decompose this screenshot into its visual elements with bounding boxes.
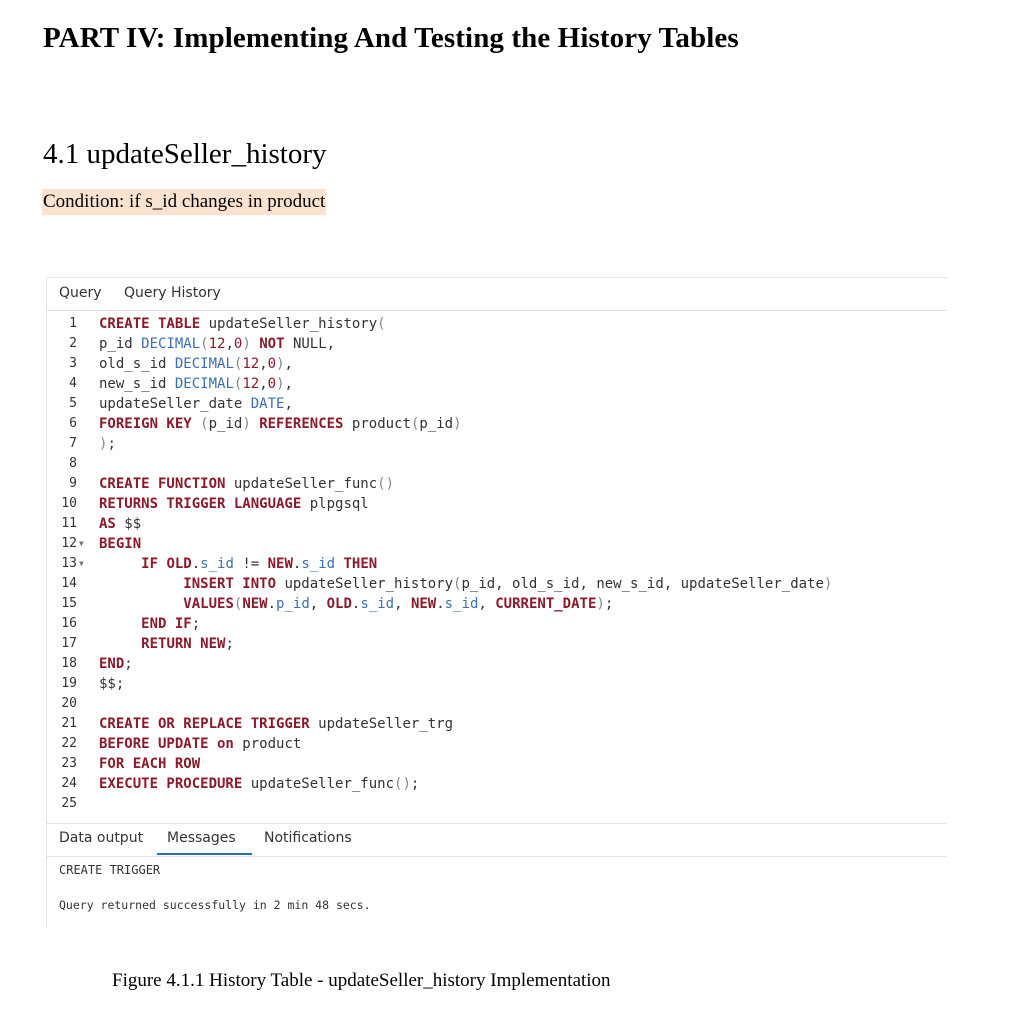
condition-text: Condition: if s_id changes in product [42,189,327,215]
figure-caption: Figure 4.1.1 History Table - updateSelle… [112,970,611,991]
line-number: 11 [61,516,77,531]
line-number: 21 [61,716,77,731]
tab-query[interactable]: Query [59,285,102,301]
line-number: 23 [61,756,77,771]
code-line-10: RETURNS TRIGGER LANGUAGE plpgsql [99,496,369,512]
line-number: 14 [61,576,77,591]
tab-data-output[interactable]: Data output [59,830,143,846]
message-query-returned: Query returned successfully in 2 min 48 … [59,898,371,912]
code-line-3: old_s_id DECIMAL(12,0), [99,356,293,372]
tab-messages[interactable]: Messages [167,830,236,846]
line-number: 12 [61,536,77,551]
line-number-gutter: 1 2 3 4 5 6 7 8 9 10 11 12 ▼ 13 ▼ 14 15 … [47,314,91,824]
code-line-16: END IF; [141,616,201,632]
section-title: 4.1 updateSeller_history [43,138,327,170]
line-number: 24 [61,776,77,791]
sql-editor[interactable]: 1 2 3 4 5 6 7 8 9 10 11 12 ▼ 13 ▼ 14 15 … [47,314,947,824]
code-line-9: CREATE FUNCTION updateSeller_func() [99,476,395,492]
code-line-15: VALUES(NEW.p_id, OLD.s_id, NEW.s_id, CUR… [183,596,614,612]
fold-arrow-icon[interactable]: ▼ [79,554,84,574]
line-number: 22 [61,736,77,751]
line-number: 2 [69,336,77,351]
pgadmin-query-pane: Query Query History 1 2 3 4 5 6 7 8 9 10… [46,277,947,927]
fold-arrow-icon[interactable]: ▼ [79,534,84,554]
line-number: 6 [69,416,77,431]
line-number: 4 [69,376,77,391]
code-line-24: EXECUTE PROCEDURE updateSeller_func(); [99,776,420,792]
message-create-trigger: CREATE TRIGGER [59,863,161,877]
query-tabs-bar: Query Query History [47,278,947,311]
code-line-5: updateSeller_date DATE, [99,396,293,412]
line-number: 1 [69,316,77,331]
line-number: 17 [61,636,77,651]
code-line-2: p_id DECIMAL(12,0) NOT NULL, [99,336,336,352]
line-number: 5 [69,396,77,411]
line-number: 18 [61,656,77,671]
line-number: 13 [61,556,77,571]
code-line-19: $$; [99,676,125,692]
line-number: 19 [61,676,77,691]
line-number: 7 [69,436,77,451]
line-number: 16 [61,616,77,631]
code-line-22: BEFORE UPDATE on product [99,736,302,752]
active-tab-indicator [157,853,252,855]
line-number: 15 [61,596,77,611]
code-line-18: END; [99,656,133,672]
line-number: 20 [61,696,77,711]
code-line-11: AS $$ [99,516,142,532]
part-title: PART IV: Implementing And Testing the Hi… [43,22,739,54]
line-number: 3 [69,356,77,371]
code-line-1: CREATE TABLE updateSeller_history( [99,316,386,332]
result-tabs-bar: Data output Messages Notifications [47,823,947,857]
code-line-13: IF OLD.s_id != NEW.s_id THEN [141,556,378,572]
code-line-23: FOR EACH ROW [99,756,201,772]
code-line-7: ); [99,436,116,452]
code-line-21: CREATE OR REPLACE TRIGGER updateSeller_t… [99,716,454,732]
code-line-4: new_s_id DECIMAL(12,0), [99,376,293,392]
code-line-6: FOREIGN KEY (p_id) REFERENCES product(p_… [99,416,462,432]
line-number: 8 [69,456,77,471]
tab-query-history[interactable]: Query History [124,285,221,301]
code-line-12: BEGIN [99,536,142,552]
line-number: 9 [69,476,77,491]
code-line-14: INSERT INTO updateSeller_history(p_id, o… [183,576,833,592]
line-number: 25 [61,796,77,811]
tab-notifications[interactable]: Notifications [264,830,352,846]
line-number: 10 [61,496,77,511]
code-line-17: RETURN NEW; [141,636,234,652]
